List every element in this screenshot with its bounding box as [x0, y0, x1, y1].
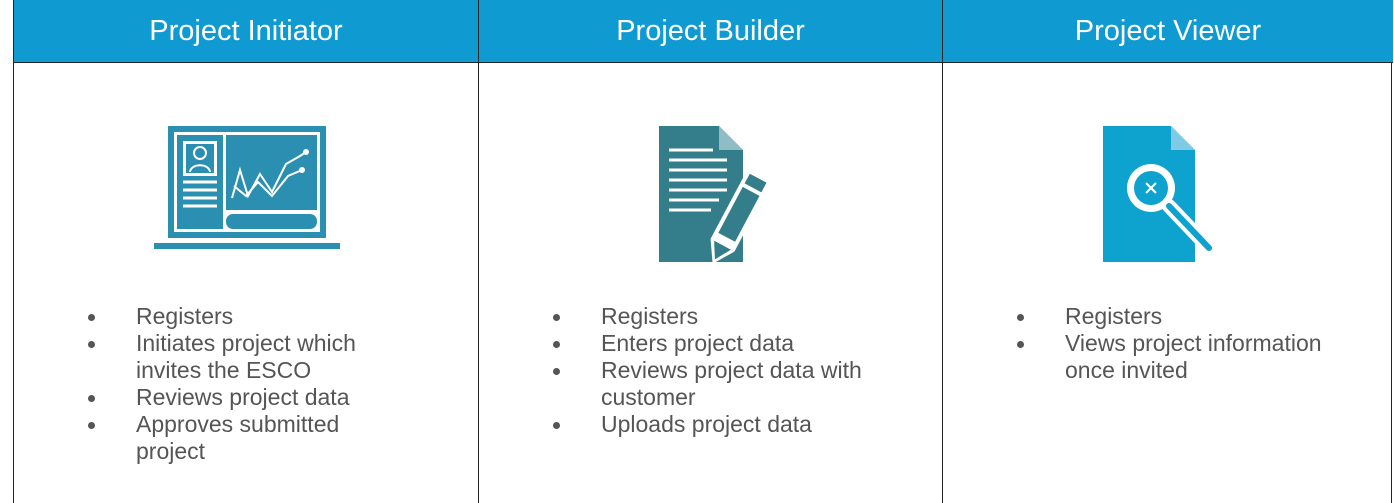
column-project-initiator: Registers Initiates project which invite…	[14, 63, 478, 503]
column-project-builder: Registers Enters project data Reviews pr…	[478, 63, 942, 503]
viewer-bullet-list: Registers Views project information once…	[1011, 303, 1341, 384]
column-project-viewer: Registers Views project information once…	[942, 63, 1393, 503]
document-magnifier-icon	[1101, 124, 1221, 266]
list-item: Registers	[82, 303, 382, 330]
list-item: Enters project data	[547, 330, 867, 357]
builder-bullet-list: Registers Enters project data Reviews pr…	[547, 303, 867, 438]
header-project-builder: Project Builder	[478, 0, 942, 63]
list-item: Views project information once invited	[1011, 330, 1341, 384]
list-item: Reviews project data with customer	[547, 357, 867, 411]
list-item: Reviews project data	[82, 384, 382, 411]
initiator-bullet-list: Registers Initiates project which invite…	[82, 303, 382, 465]
document-pencil-icon	[657, 124, 769, 266]
roles-table: Project Initiator Project Builder Projec…	[13, 0, 1393, 503]
list-item: Registers	[547, 303, 867, 330]
list-item: Initiates project which invites the ESCO	[82, 330, 382, 384]
laptop-dashboard-icon	[154, 124, 340, 252]
list-item: Uploads project data	[547, 411, 867, 438]
list-item: Registers	[1011, 303, 1341, 330]
list-item: Approves submitted project	[82, 411, 382, 465]
header-project-initiator: Project Initiator	[14, 0, 478, 63]
header-project-viewer: Project Viewer	[942, 0, 1393, 63]
